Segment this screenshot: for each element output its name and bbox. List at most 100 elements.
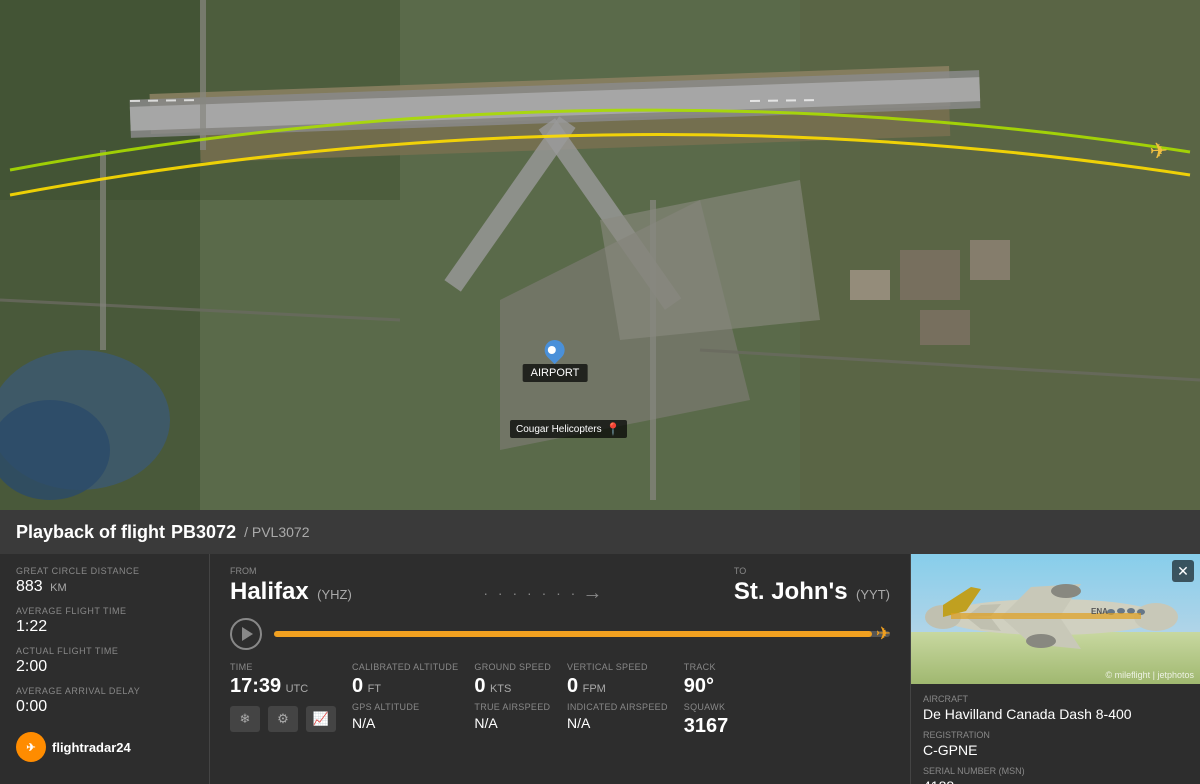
avg-flight-label: AVERAGE FLIGHT TIME [16, 606, 193, 616]
heli-text: Cougar Helicopters [516, 424, 602, 435]
logo-icon: ✈ [16, 732, 46, 762]
squawk-value: 3167 [684, 715, 754, 738]
ground-speed-value: 0 [474, 675, 485, 697]
progress-fill [274, 631, 872, 637]
main-content: GREAT CIRCLE DISTANCE 883 KM AVERAGE FLI… [0, 554, 1200, 784]
avg-delay-label: AVERAGE ARRIVAL DELAY [16, 686, 193, 696]
airport-label: AIRPORT [523, 364, 588, 382]
logo-text: flightradar24 [52, 740, 131, 755]
true-airspeed-value: N/A [474, 715, 551, 731]
ground-speed-label: GROUND SPEED [474, 662, 551, 672]
flight-number: PB3072 [171, 522, 236, 543]
aircraft-info: AIRCRAFT De Havilland Canada Dash 8-400 … [911, 684, 1200, 784]
actual-flight-label: ACTUAL FLIGHT TIME [16, 646, 193, 656]
actual-flight-value: 2:00 [16, 658, 193, 676]
speed-group: GROUND SPEED 0 KTS TRUE AIRSPEED N/A [474, 662, 551, 738]
from-code: (YHZ) [317, 587, 352, 602]
aircraft-reg-item: REGISTRATION C-GPNE [923, 730, 1188, 758]
stats-panel: GREAT CIRCLE DISTANCE 883 KM AVERAGE FLI… [0, 554, 210, 784]
snowflake-button[interactable]: ❄ [230, 706, 260, 732]
actual-flight-stat: ACTUAL FLIGHT TIME 2:00 [16, 646, 193, 676]
cal-alt-value: 0 [352, 675, 363, 697]
aircraft-type-label: AIRCRAFT [923, 694, 1188, 704]
aircraft-panel: ENA © mileflight | jetphotos ✕ AIRCRAFT … [910, 554, 1200, 784]
from-label: FROM [230, 566, 352, 576]
cal-alt-unit: FT [368, 683, 381, 695]
avg-flight-stat: AVERAGE FLIGHT TIME 1:22 [16, 606, 193, 636]
squawk-label: SQUAWK [684, 702, 754, 712]
route-to: TO St. John's (YYT) [734, 566, 890, 606]
svg-text:✈: ✈ [1149, 138, 1169, 164]
title-bar: Playback of flight PB3072 / PVL3072 [0, 510, 1200, 554]
settings-button[interactable]: ⚙ [268, 706, 298, 732]
great-circle-stat: GREAT CIRCLE DISTANCE 883 KM [16, 566, 193, 596]
altitude-group: CALIBRATED ALTITUDE 0 FT GPS ALTITUDE N/… [352, 662, 458, 738]
aircraft-serial-label: SERIAL NUMBER (MSN) [923, 766, 1188, 776]
progress-plane-icon: ✈ [876, 624, 891, 645]
map-area: ✈ AIRPORT Cougar Helicopters 📍 [0, 0, 1200, 510]
svg-text:✈: ✈ [26, 742, 35, 754]
close-button[interactable]: ✕ [1172, 560, 1194, 582]
ground-speed-item: GROUND SPEED 0 KTS [474, 662, 551, 698]
airport-pin: AIRPORT [523, 340, 588, 382]
true-airspeed-item: TRUE AIRSPEED N/A [474, 702, 551, 731]
aircraft-type-value: De Havilland Canada Dash 8-400 [923, 706, 1188, 722]
route-arrow: · · · · · · · → [352, 582, 734, 605]
vertical-speed-value: 0 [567, 675, 578, 697]
route-row: FROM Halifax (YHZ) · · · · · · · → TO St… [230, 566, 890, 606]
play-icon [242, 627, 253, 641]
vertical-speed-item: VERTICAL SPEED 0 FPM [567, 662, 668, 698]
aircraft-serial-value: 4188 [923, 778, 1188, 784]
great-circle-label: GREAT CIRCLE DISTANCE [16, 566, 193, 576]
gps-alt-value: N/A [352, 715, 458, 731]
aircraft-reg-value: C-GPNE [923, 742, 1188, 758]
logo: ✈ flightradar24 [16, 732, 193, 762]
track-label: TRACK [684, 662, 754, 672]
cal-alt-label: CALIBRATED ALTITUDE [352, 662, 458, 672]
flight-alt-id: / PVL3072 [244, 524, 309, 540]
indicated-airspeed-label: INDICATED AIRSPEED [567, 702, 668, 712]
great-circle-unit: KM [50, 582, 67, 594]
avg-flight-value: 1:22 [16, 618, 193, 636]
aircraft-photo: ENA © mileflight | jetphotos ✕ [911, 554, 1200, 684]
chart-button[interactable]: 📈 [306, 706, 336, 732]
great-circle-value: 883 [16, 578, 43, 595]
controls-row: ❄ ⚙ 📈 [230, 706, 336, 732]
vertical-group: VERTICAL SPEED 0 FPM INDICATED AIRSPEED … [567, 662, 668, 738]
time-unit: UTC [286, 683, 309, 695]
ground-speed-unit: KTS [490, 683, 511, 695]
avg-delay-stat: AVERAGE ARRIVAL DELAY 0:00 [16, 686, 193, 716]
play-button[interactable] [230, 618, 262, 650]
dots-icon: · · · · · · · [483, 585, 578, 601]
gps-alt-item: GPS ALTITUDE N/A [352, 702, 458, 731]
to-label: TO [734, 566, 890, 576]
arrow-icon: → [582, 582, 602, 605]
playback-label: Playback of flight [16, 522, 165, 543]
track-group: TRACK 90° SQUAWK 3167 [684, 662, 754, 738]
photo-credit: © mileflight | jetphotos [1105, 670, 1194, 680]
time-item: TIME 17:39 UTC ❄ ⚙ 📈 [230, 662, 336, 738]
heli-label: Cougar Helicopters 📍 [510, 420, 627, 438]
indicated-airspeed-item: INDICATED AIRSPEED N/A [567, 702, 668, 731]
data-rows: TIME 17:39 UTC ❄ ⚙ 📈 CALIBRATED ALTITUDE [230, 662, 890, 738]
info-panel: Playback of flight PB3072 / PVL3072 GREA… [0, 510, 1200, 784]
flight-center: FROM Halifax (YHZ) · · · · · · · → TO St… [210, 554, 910, 784]
progress-bar[interactable]: ✈ [274, 631, 890, 637]
vertical-speed-unit: FPM [583, 683, 606, 695]
heli-icon: 📍 [606, 422, 621, 436]
aircraft-serial-item: SERIAL NUMBER (MSN) 4188 [923, 766, 1188, 784]
aircraft-type-item: AIRCRAFT De Havilland Canada Dash 8-400 [923, 694, 1188, 722]
squawk-item: SQUAWK 3167 [684, 702, 754, 738]
track-value: 90° [684, 675, 754, 698]
to-city: St. John's [734, 578, 848, 605]
playback-row: ✈ [230, 618, 890, 650]
time-value: 17:39 [230, 675, 281, 697]
cal-alt-item: CALIBRATED ALTITUDE 0 FT [352, 662, 458, 698]
to-code: (YYT) [856, 587, 890, 602]
time-label: TIME [230, 662, 336, 672]
avg-delay-value: 0:00 [16, 698, 193, 716]
track-item: TRACK 90° [684, 662, 754, 698]
aircraft-reg-label: REGISTRATION [923, 730, 1188, 740]
indicated-airspeed-value: N/A [567, 715, 668, 731]
route-from: FROM Halifax (YHZ) [230, 566, 352, 606]
